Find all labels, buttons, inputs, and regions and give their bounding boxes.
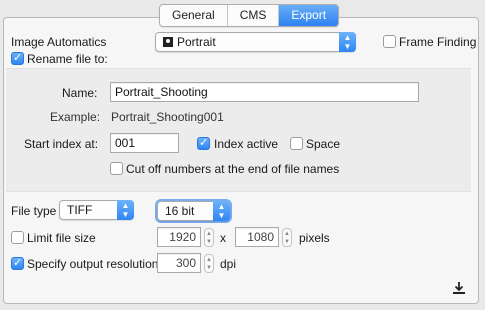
frame-finding-checkbox[interactable]: [383, 35, 396, 48]
limit-file-size-checkbox[interactable]: [11, 231, 24, 244]
cut-off-checkbox[interactable]: [110, 162, 123, 175]
resolution-field[interactable]: 300: [157, 253, 201, 273]
width-field[interactable]: 1920: [157, 227, 201, 247]
space-label: Space: [306, 137, 341, 151]
chevron-updown-icon: ▲ ▼: [339, 32, 356, 52]
image-automatics-label: Image Automatics: [11, 35, 107, 49]
index-active-label: Index active: [214, 137, 279, 151]
size-separator: x: [220, 231, 226, 245]
bit-depth-select[interactable]: 16 bit ▲ ▼: [157, 201, 230, 221]
limit-file-size-label: Limit file size: [27, 231, 96, 245]
portrait-icon: [163, 37, 173, 47]
tab-general[interactable]: General: [160, 5, 228, 26]
width-stepper[interactable]: ▲ ▼: [204, 228, 214, 247]
name-field[interactable]: Portrait_Shooting: [110, 82, 419, 102]
rename-label: Rename file to:: [27, 52, 108, 66]
tab-cms[interactable]: CMS: [228, 5, 280, 26]
height-stepper[interactable]: ▲ ▼: [282, 228, 292, 247]
preset-select-value: Portrait: [177, 35, 216, 49]
start-index-label: Start index at:: [24, 137, 99, 151]
file-type-value: TIFF: [67, 203, 93, 217]
cut-off-label: Cut off numbers at the end of file names: [126, 162, 340, 176]
tab-export[interactable]: Export: [279, 5, 339, 26]
name-label: Name:: [62, 86, 98, 100]
download-icon[interactable]: [452, 281, 466, 295]
resolution-stepper[interactable]: ▲ ▼: [204, 254, 214, 273]
file-type-select[interactable]: TIFF ▲ ▼: [59, 200, 134, 220]
output-resolution-checkbox[interactable]: [11, 256, 24, 270]
bit-depth-value: 16 bit: [165, 204, 195, 218]
chevron-updown-icon: ▲ ▼: [117, 200, 134, 220]
chevron-updown-icon: ▲ ▼: [213, 201, 230, 221]
index-active-checkbox[interactable]: [197, 136, 210, 150]
tab-bar: General CMS Export: [159, 4, 340, 27]
output-resolution-label: Specify output resolution: [27, 257, 159, 271]
frame-finding-label: Frame Finding: [399, 35, 477, 49]
start-index-field[interactable]: 001: [110, 133, 179, 153]
space-checkbox[interactable]: [290, 137, 303, 150]
file-type-label: File type: [11, 204, 57, 218]
example-value: Portrait_Shooting001: [111, 110, 224, 124]
height-field[interactable]: 1080: [235, 227, 279, 247]
preset-select[interactable]: Portrait ▲ ▼: [155, 32, 356, 52]
rename-checkbox[interactable]: [11, 51, 24, 65]
dpi-unit-label: dpi: [220, 257, 237, 271]
pixels-unit-label: pixels: [299, 231, 330, 245]
example-label: Example:: [50, 110, 101, 124]
